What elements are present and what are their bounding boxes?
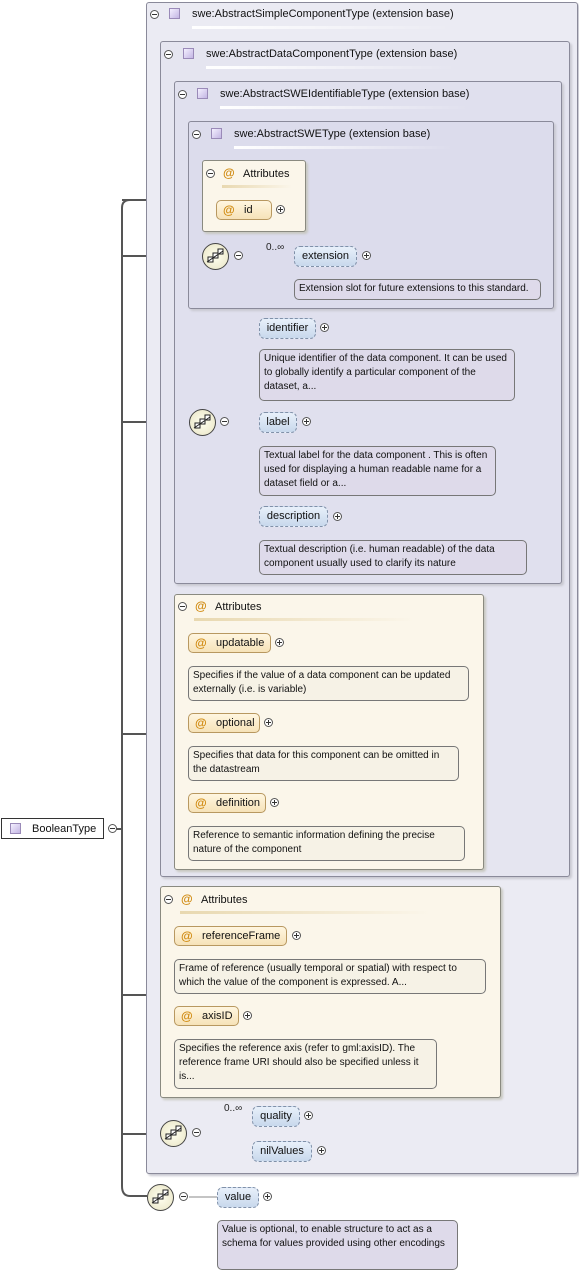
collapse-icon[interactable]: [179, 1192, 188, 1201]
collapse-icon[interactable]: [108, 824, 117, 833]
sequence-compositor-icon[interactable]: [147, 1184, 174, 1211]
title-divider: [180, 911, 430, 914]
attribute-at-icon: @: [181, 929, 193, 943]
attribute-at-icon: @: [195, 599, 207, 613]
attributes-title: Attributes: [201, 894, 248, 906]
collapse-icon[interactable]: [178, 602, 187, 611]
title-divider: [222, 185, 292, 188]
complex-type-icon: [211, 128, 222, 139]
identifier-annotation: Unique identifier of the data component.…: [259, 349, 515, 401]
attribute-optional[interactable]: @ optional: [188, 713, 260, 733]
attribute-at-icon: @: [195, 716, 207, 730]
expand-icon[interactable]: [270, 798, 279, 807]
attribute-id[interactable]: @ id: [216, 200, 272, 220]
complex-type-icon: [10, 823, 21, 834]
value-annotation: Value is optional, to enable structure t…: [217, 1220, 458, 1270]
updatable-annotation: Specifies if the value of a data compone…: [188, 666, 469, 701]
label-annotation: Textual label for the data component . T…: [259, 446, 496, 496]
collapse-icon[interactable]: [178, 90, 187, 99]
expand-icon[interactable]: [333, 512, 342, 521]
attribute-label: referenceFrame: [202, 930, 281, 942]
attribute-label: definition: [216, 797, 261, 809]
referenceframe-annotation: Frame of reference (usually temporal or …: [174, 959, 486, 994]
complex-type-icon: [197, 88, 208, 99]
collapse-icon[interactable]: [234, 251, 243, 260]
element-description[interactable]: description: [259, 506, 328, 527]
swe-type-base-title: swe:AbstractSWEType (extension base): [234, 128, 431, 140]
expand-icon[interactable]: [317, 1146, 326, 1155]
collapse-icon[interactable]: [206, 169, 215, 178]
title-divider: [194, 618, 414, 621]
element-value[interactable]: value: [217, 1187, 259, 1208]
attribute-referenceframe[interactable]: @ referenceFrame: [174, 926, 287, 946]
expand-icon[interactable]: [264, 718, 273, 727]
attribute-at-icon: @: [195, 796, 207, 810]
complex-type-icon: [169, 8, 180, 19]
title-divider: [192, 26, 452, 29]
sequence-compositor-icon[interactable]: [202, 243, 229, 270]
cardinality-label: 0..∞: [266, 242, 285, 253]
expand-icon[interactable]: [292, 931, 301, 940]
title-divider: [206, 66, 456, 69]
axisid-annotation: Specifies the reference axis (refer to g…: [174, 1039, 437, 1089]
sequence-compositor-icon[interactable]: [189, 409, 216, 436]
attribute-label: optional: [216, 717, 255, 729]
collapse-icon[interactable]: [192, 130, 201, 139]
optional-annotation: Specifies that data for this component c…: [188, 746, 459, 781]
expand-icon[interactable]: [302, 417, 311, 426]
complex-type-icon: [183, 48, 194, 59]
simple-component-base-title: swe:AbstractSimpleComponentType (extensi…: [192, 8, 454, 20]
attribute-at-icon: @: [181, 892, 193, 906]
attribute-label: id: [244, 204, 253, 216]
attributes-title: Attributes: [243, 168, 290, 180]
attribute-at-icon: @: [223, 166, 235, 180]
attribute-at-icon: @: [195, 636, 207, 650]
cardinality-label: 0..∞: [224, 1103, 243, 1114]
element-extension[interactable]: extension: [294, 246, 357, 267]
element-nilvalues[interactable]: nilValues: [252, 1141, 312, 1162]
expand-icon[interactable]: [263, 1192, 272, 1201]
attribute-updatable[interactable]: @ updatable: [188, 633, 271, 653]
element-quality[interactable]: quality: [252, 1106, 300, 1127]
attribute-label: updatable: [216, 637, 265, 649]
data-component-base-title: swe:AbstractDataComponentType (extension…: [206, 48, 458, 60]
element-identifier[interactable]: identifier: [259, 318, 316, 339]
extension-annotation: Extension slot for future extensions to …: [294, 279, 541, 300]
root-type-label: BooleanType: [32, 823, 97, 835]
expand-icon[interactable]: [304, 1111, 313, 1120]
identifiable-base-title: swe:AbstractSWEIdentifiableType (extensi…: [220, 88, 470, 100]
attribute-at-icon: @: [223, 203, 235, 217]
element-label[interactable]: label: [259, 412, 297, 433]
root-type-node[interactable]: BooleanType: [1, 818, 104, 839]
title-divider: [220, 106, 470, 109]
attribute-label: axisID: [202, 1010, 233, 1022]
collapse-icon[interactable]: [220, 417, 229, 426]
definition-annotation: Reference to semantic information defini…: [188, 826, 465, 861]
attribute-axisid[interactable]: @ axisID: [174, 1006, 239, 1026]
expand-icon[interactable]: [243, 1011, 252, 1020]
collapse-icon[interactable]: [164, 50, 173, 59]
collapse-icon[interactable]: [150, 10, 159, 19]
attribute-definition[interactable]: @ definition: [188, 793, 266, 813]
title-divider: [234, 146, 454, 149]
description-annotation: Textual description (i.e. human readable…: [259, 540, 527, 575]
attributes-title: Attributes: [215, 601, 262, 613]
expand-icon[interactable]: [362, 251, 371, 260]
expand-icon[interactable]: [275, 638, 284, 647]
attribute-at-icon: @: [181, 1009, 193, 1023]
sequence-compositor-icon[interactable]: [160, 1120, 187, 1147]
collapse-icon[interactable]: [164, 895, 173, 904]
expand-icon[interactable]: [276, 205, 285, 214]
expand-icon[interactable]: [320, 323, 329, 332]
collapse-icon[interactable]: [192, 1128, 201, 1137]
